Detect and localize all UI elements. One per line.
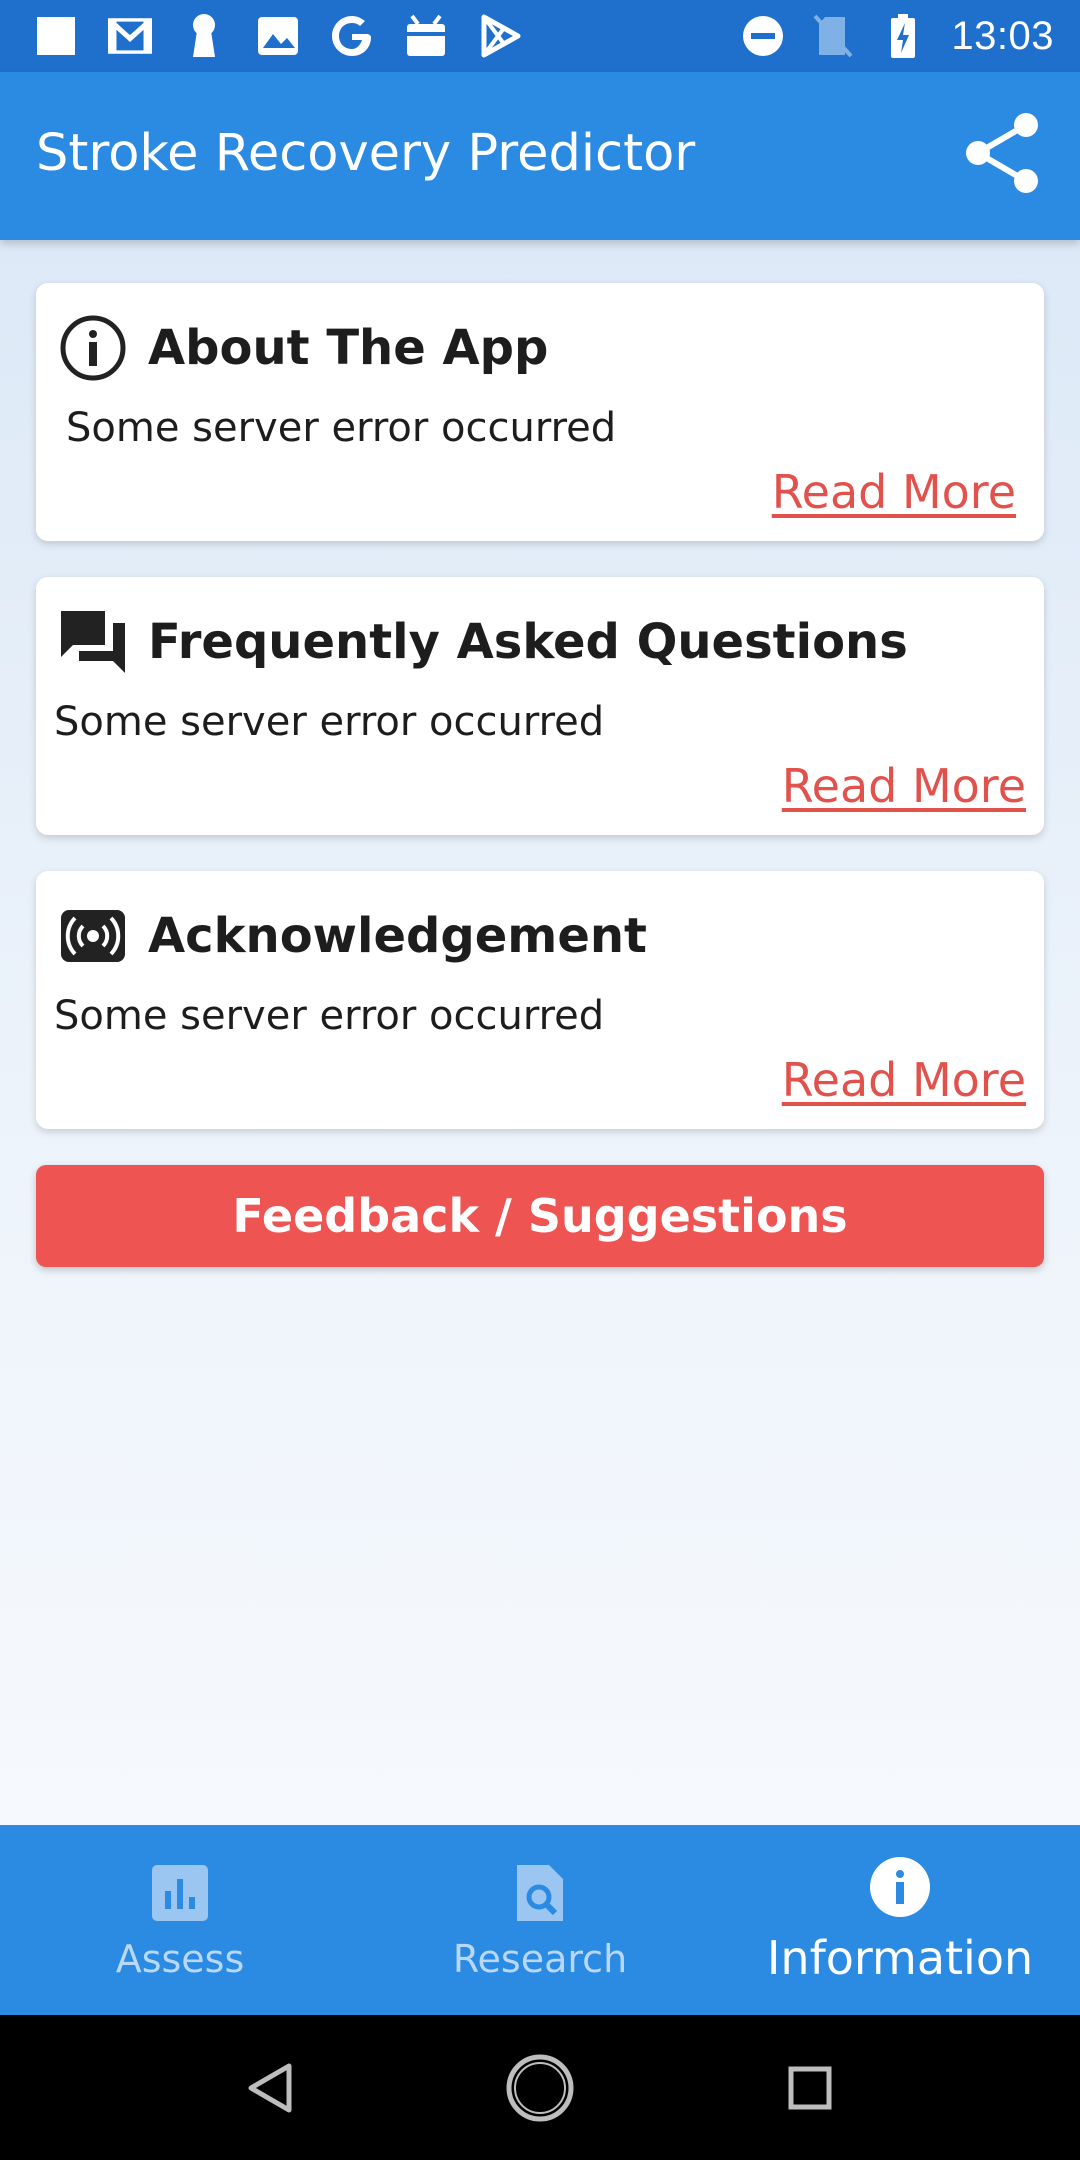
status-time: 13:03 <box>951 13 1054 58</box>
read-more-link[interactable]: Read More <box>782 1053 1026 1107</box>
image-icon <box>256 14 300 58</box>
info-icon <box>58 313 128 383</box>
faq-card: Frequently Asked Questions Some server e… <box>36 577 1044 835</box>
share-button[interactable] <box>960 112 1046 198</box>
card-header: Acknowledgement <box>58 901 647 971</box>
feedback-button[interactable]: Feedback / Suggestions <box>36 1165 1044 1267</box>
card-text: Some server error occurred <box>66 405 617 451</box>
status-bar: 13:03 <box>0 0 1080 72</box>
doc-search-icon <box>508 1861 572 1925</box>
forum-icon <box>58 607 128 677</box>
back-triangle-icon <box>245 2062 295 2118</box>
android-icon <box>404 14 448 58</box>
gmail-icon <box>108 14 152 58</box>
bottom-navigation: Assess Research Information <box>0 1825 1080 2015</box>
info-circle-icon <box>868 1855 932 1919</box>
nav-item-information[interactable]: Information <box>720 1825 1080 2015</box>
no-sim-icon <box>811 14 855 58</box>
card-text: Some server error occurred <box>54 993 605 1039</box>
nav-label: Information <box>766 1931 1034 1985</box>
nav-label: Assess <box>115 1937 245 1981</box>
square-icon <box>34 14 78 58</box>
nav-item-research[interactable]: Research <box>360 1825 720 2015</box>
chart-icon <box>148 1861 212 1925</box>
play-store-icon <box>478 14 522 58</box>
card-title: Frequently Asked Questions <box>148 614 908 670</box>
nav-label: Research <box>452 1937 628 1981</box>
share-icon <box>964 111 1042 199</box>
read-more-link[interactable]: Read More <box>782 759 1026 813</box>
do-not-disturb-icon <box>741 14 785 58</box>
card-title: Acknowledgement <box>148 908 647 964</box>
back-button[interactable] <box>235 2055 305 2125</box>
acknowledgement-card: Acknowledgement Some server error occurr… <box>36 871 1044 1129</box>
card-title: About The App <box>148 320 549 376</box>
home-button[interactable] <box>505 2053 575 2127</box>
nav-item-assess[interactable]: Assess <box>0 1825 360 2015</box>
google-icon <box>330 14 374 58</box>
keyhole-icon <box>182 14 226 58</box>
home-circle-icon <box>505 2053 575 2127</box>
status-system-icons: 13:03 <box>741 12 1054 60</box>
read-more-link[interactable]: Read More <box>772 465 1016 519</box>
main-content: About The App Some server error occurred… <box>0 240 1080 1825</box>
about-app-card: About The App Some server error occurred… <box>36 283 1044 541</box>
card-header: Frequently Asked Questions <box>58 607 908 677</box>
battery-charging-icon <box>881 14 925 58</box>
recents-button[interactable] <box>775 2055 845 2125</box>
card-header: About The App <box>58 313 548 383</box>
status-notification-icons <box>34 12 522 60</box>
radio-waves-icon <box>58 901 128 971</box>
card-text: Some server error occurred <box>54 699 605 745</box>
app-bar: Stroke Recovery Predictor <box>0 72 1080 240</box>
recents-square-icon <box>787 2065 833 2115</box>
system-navigation-bar <box>0 2015 1080 2160</box>
app-title: Stroke Recovery Predictor <box>36 124 696 183</box>
